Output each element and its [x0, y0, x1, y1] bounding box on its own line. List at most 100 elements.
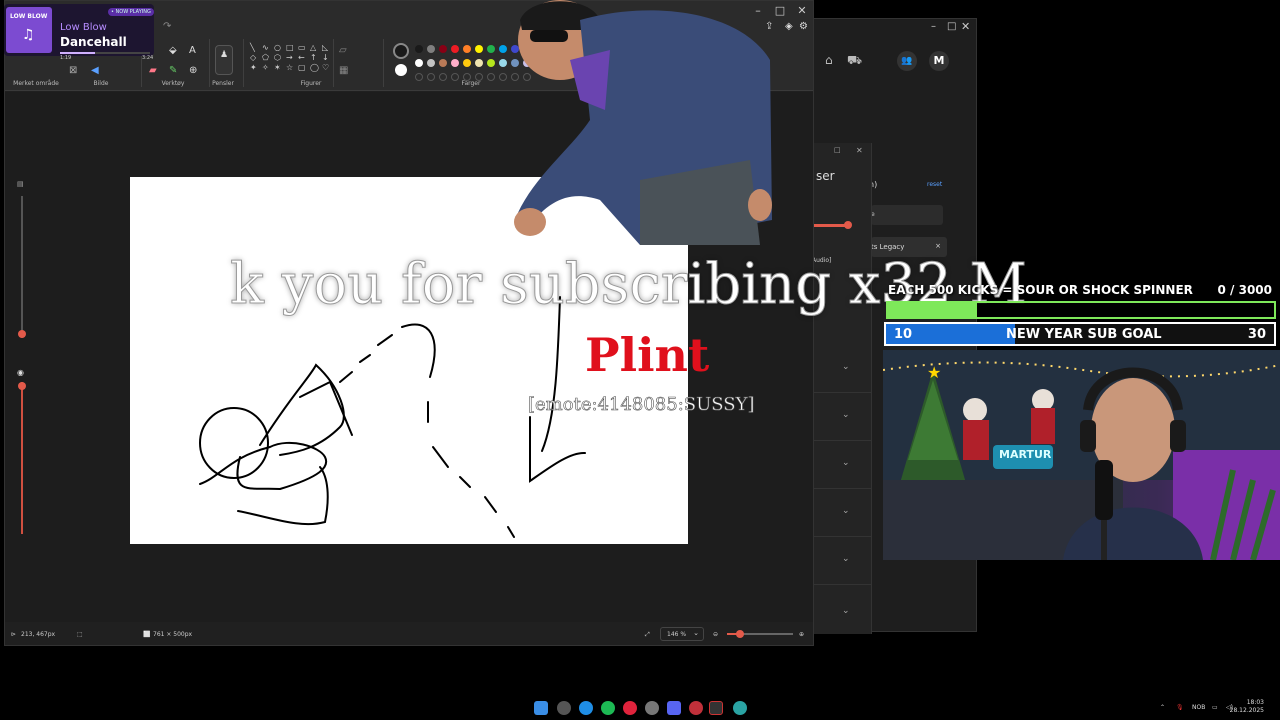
custom-color-slot[interactable]	[499, 73, 507, 81]
group-label-shapes: Figurer	[300, 80, 322, 87]
brush-size-slider[interactable]: ▤ ◉	[15, 180, 29, 542]
chevron-down-icon[interactable]: ⌄	[842, 458, 850, 468]
webcam-scene: ★	[883, 350, 1280, 560]
color-swatch[interactable]	[487, 45, 495, 53]
gift-icon[interactable]: ⌂	[825, 53, 833, 67]
sub-alert-username: Plint	[585, 328, 710, 382]
close-icon[interactable]: ✕	[791, 4, 813, 17]
settings-icon[interactable]	[645, 701, 659, 715]
color-swatch[interactable]	[463, 59, 471, 67]
status-bar: ⊳ 213, 467px ⬚ ⬜ 761 × 500px ⤢ 146 % ⌄ ⊖…	[5, 623, 813, 645]
start-icon[interactable]	[534, 701, 548, 715]
zoom-slider[interactable]	[727, 630, 793, 638]
custom-color-slot[interactable]	[439, 73, 447, 81]
group-label-selection: Merket område	[13, 80, 59, 87]
redo-icon[interactable]: ↷	[163, 21, 171, 32]
language-indicator[interactable]: NOB	[1192, 704, 1205, 711]
color-swatch[interactable]	[475, 45, 483, 53]
mic-icon[interactable]: 🎙	[1176, 704, 1184, 711]
volume-slider-handle[interactable]	[844, 221, 852, 229]
sub-goal-widget: 10 NEW YEAR SUB GOAL 30	[884, 322, 1276, 346]
chevron-down-icon[interactable]: ⌄	[842, 506, 850, 516]
color-swatch[interactable]	[427, 45, 435, 53]
outline-icon[interactable]: ▱	[339, 45, 347, 56]
size-icon: ▤	[17, 180, 24, 188]
primary-color-swatch[interactable]	[393, 43, 409, 59]
track-title: Dancehall	[60, 35, 127, 49]
maps-icon[interactable]	[689, 701, 703, 715]
friends-icon[interactable]: 👥	[897, 51, 917, 71]
reset-link[interactable]: reset	[927, 181, 942, 188]
edge-icon[interactable]	[579, 701, 593, 715]
zoom-slider-handle[interactable]	[736, 630, 745, 638]
network-icon[interactable]: ▭	[1212, 704, 1218, 711]
color-swatch[interactable]	[487, 59, 495, 67]
crop-icon[interactable]: ⊠	[69, 65, 77, 76]
color-swatch[interactable]	[451, 59, 459, 67]
maximize-icon[interactable]: □	[947, 21, 956, 32]
panel-maximize-icon[interactable]: □	[834, 146, 841, 154]
color-swatch[interactable]	[451, 45, 459, 53]
cart-icon[interactable]: ⛟	[847, 53, 862, 69]
zoom-select[interactable]: 146 % ⌄	[660, 627, 704, 641]
fill-shape-icon[interactable]: ▦	[339, 65, 348, 76]
color-swatch[interactable]	[499, 45, 507, 53]
close-icon[interactable]: ✕	[961, 20, 970, 33]
custom-color-slot[interactable]	[427, 73, 435, 81]
spotify-icon[interactable]	[601, 701, 615, 715]
brush-button[interactable]: ♟	[215, 45, 233, 75]
group-label-brushes: Pensler	[212, 80, 234, 87]
zoom-in-icon[interactable]: ⊕	[799, 631, 804, 638]
paint-icon[interactable]	[733, 701, 747, 715]
opacity-handle[interactable]	[18, 382, 26, 390]
text-field[interactable]: e	[871, 205, 943, 225]
color-swatch[interactable]	[499, 59, 507, 67]
chevron-up-icon[interactable]: ⌃	[1160, 704, 1165, 711]
remove-icon: ×	[935, 242, 941, 250]
sub-goal-current: 10	[894, 327, 913, 342]
epic-icon[interactable]	[709, 701, 723, 715]
zoom-out-icon[interactable]: ⊖	[713, 631, 718, 638]
discord-icon[interactable]	[667, 701, 681, 715]
chevron-down-icon[interactable]: ⌄	[842, 554, 850, 564]
cursor-position: 213, 467px	[21, 631, 56, 638]
color-swatch[interactable]	[415, 45, 423, 53]
secondary-color-swatch[interactable]	[395, 64, 407, 76]
fit-icon[interactable]: ⤢	[645, 631, 650, 639]
color-swatch[interactable]	[427, 59, 435, 67]
magnifier-icon[interactable]: ⊕	[189, 65, 197, 76]
chevron-down-icon[interactable]: ⌄	[842, 606, 850, 616]
minimize-icon[interactable]: –	[931, 21, 936, 32]
text-icon[interactable]: A	[189, 45, 196, 56]
kick-goal-value: 0 / 3000	[1217, 283, 1273, 297]
color-swatch[interactable]	[463, 45, 471, 53]
rotate-icon[interactable]: ◀	[91, 65, 99, 76]
opera-icon[interactable]	[623, 701, 637, 715]
color-swatch[interactable]	[439, 45, 447, 53]
custom-color-slot[interactable]	[415, 73, 423, 81]
layers-icon[interactable]: ◈	[785, 21, 793, 32]
system-clock[interactable]: 18:03 28.12.2025	[1230, 699, 1264, 715]
panel-close-icon[interactable]: ✕	[856, 146, 863, 155]
kick-goal-bar	[886, 301, 1276, 319]
color-swatch[interactable]	[475, 59, 483, 67]
canvas-size-icon: ⬜	[143, 631, 151, 638]
color-swatch[interactable]	[439, 59, 447, 67]
canvas-size: 761 × 500px	[153, 631, 193, 638]
screen: – □ ✕ ⌂ ⛟ 👥 M n) reset e ts Legacy × ser …	[0, 0, 1280, 720]
slider-handle[interactable]	[18, 330, 26, 338]
chevron-down-icon[interactable]: ⌄	[842, 410, 850, 420]
avatar[interactable]: M	[929, 51, 949, 71]
chevron-down-icon[interactable]: ⌄	[842, 362, 850, 372]
color-picker-icon[interactable]: ✎	[169, 65, 177, 76]
volume-slider-fill	[812, 224, 848, 227]
fill-icon[interactable]: ⬙	[169, 45, 177, 56]
shapes-gallery[interactable]: ╲ ∿ ○ □ ▭ △ ◺ ◇ ⬠ ⬡ → ← ↑ ↓ ✦ ✧ ✶ ☆ ▢ ◯ ♡	[250, 43, 330, 72]
settings-icon[interactable]: ⚙	[799, 21, 808, 32]
group-label-colors: Farger	[461, 80, 481, 87]
taskbar: ⌃ 🎙 NOB ▭ ◁) 18:03 28.12.2025	[0, 696, 1280, 720]
color-swatch[interactable]	[415, 59, 423, 67]
eraser-icon[interactable]: ▰	[149, 65, 157, 76]
track-duration: 3:24	[142, 55, 154, 61]
chrome-icon[interactable]	[557, 701, 571, 715]
